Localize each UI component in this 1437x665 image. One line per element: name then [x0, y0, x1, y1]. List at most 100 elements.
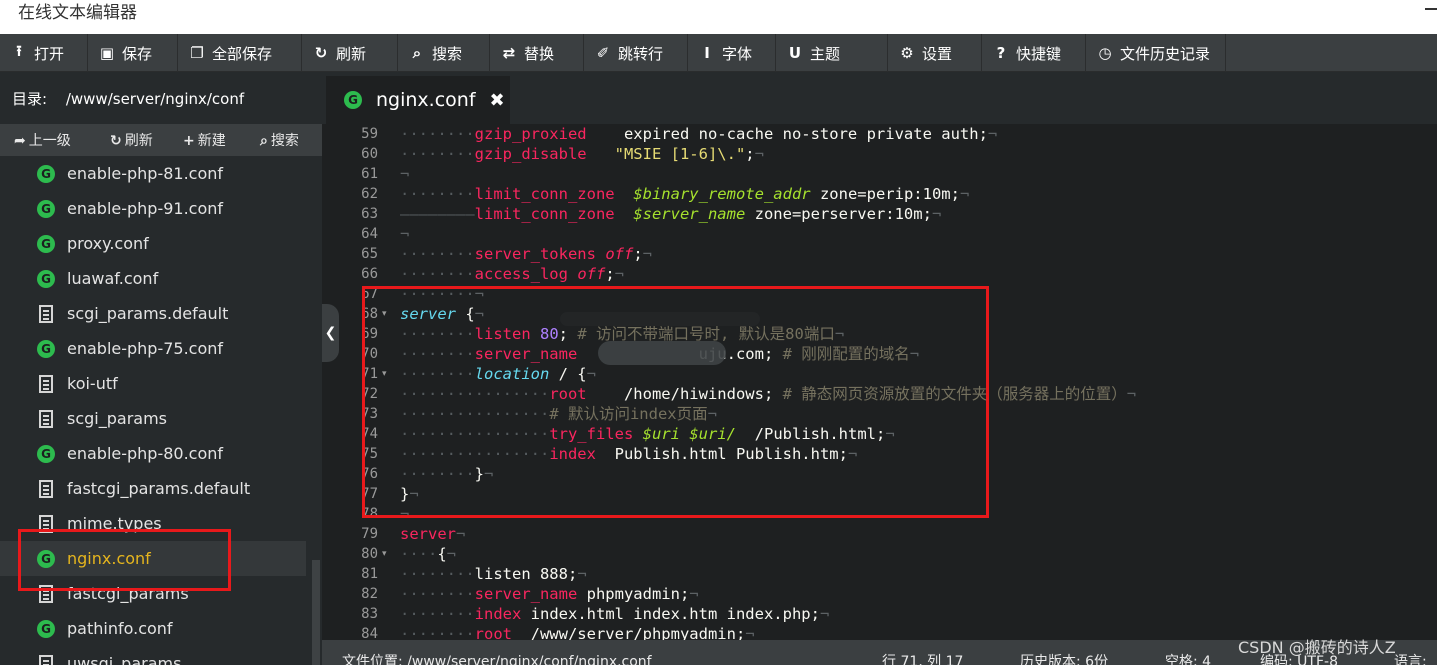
plus-icon: + — [183, 133, 195, 149]
directory-label: 目录: — [12, 90, 48, 108]
line-number: 62 — [361, 186, 378, 202]
file-item[interactable]: Gluawaf.conf — [0, 261, 306, 296]
toolbar-button-label: 设置 — [922, 44, 953, 63]
collapse-sidebar-button[interactable]: ❮ — [322, 304, 339, 362]
close-icon[interactable]: ✖ — [490, 90, 505, 111]
toolbar-button-3[interactable]: ❐ 全部保存 — [178, 34, 302, 72]
line-number: 84 — [361, 626, 378, 640]
sidebar-action-4[interactable]: ⌕ 搜索 — [260, 130, 299, 150]
code-token: server_tokens — [474, 245, 596, 263]
file-name: enable-php-81.conf — [67, 164, 224, 183]
code-line: ¬ — [400, 224, 1437, 244]
window-title: 在线文本编辑器 — [18, 3, 137, 23]
file-name: proxy.conf — [67, 234, 149, 253]
code-token: ¬ — [689, 585, 699, 603]
file-item[interactable]: uwsgi_params — [0, 646, 306, 665]
file-item[interactable]: Genable-php-75.conf — [0, 331, 306, 366]
code-token: /www/server/phpmyadmin; — [511, 625, 746, 640]
code-token: ········ — [400, 565, 475, 583]
file-name: scgi_params — [67, 409, 167, 428]
code-token: access_log — [474, 265, 568, 283]
code-token: ········ — [400, 185, 475, 203]
file-item[interactable]: scgi_params — [0, 401, 306, 436]
tab-nginx-conf[interactable]: G nginx.conf ✖ — [326, 76, 510, 124]
file-name: enable-php-80.conf — [67, 444, 224, 463]
code-token: ———————— — [400, 205, 475, 223]
line-number: 83 — [361, 606, 378, 622]
file-item[interactable]: Gpathinfo.conf — [0, 611, 306, 646]
file-name: enable-php-91.conf — [67, 199, 224, 218]
code-token: ¬ — [400, 225, 410, 243]
gear-icon: ⚙ — [900, 44, 914, 62]
code-line: ········server_name phpmyadmin;¬ — [400, 584, 1437, 604]
code-token: ········ — [400, 625, 475, 640]
toolbar-button-4[interactable]: ↻ 刷新 — [302, 34, 398, 72]
file-name: uwsgi_params — [67, 654, 182, 665]
status-indent[interactable]: 空格: 4 — [1165, 651, 1211, 665]
sidebar-action-3[interactable]: + 新建 — [183, 130, 226, 150]
toolbar-button-11[interactable]: ? 快捷键 — [982, 34, 1086, 72]
code-token: ¬ — [745, 625, 755, 640]
document-icon — [39, 374, 53, 393]
code-line: ————————limit_conn_zone $server_name zon… — [400, 204, 1437, 224]
file-item[interactable]: Genable-php-91.conf — [0, 191, 306, 226]
search-icon: ⌕ — [412, 44, 422, 62]
toolbar-button-8[interactable]: I 字体 — [688, 34, 776, 72]
code-token: index — [474, 605, 522, 623]
toolbar-button-label: 全部保存 — [212, 44, 273, 63]
sidebar-scrollbar[interactable] — [312, 560, 320, 665]
fold-arrow-icon[interactable]: ▾ — [382, 549, 387, 559]
toolbar-button-7[interactable]: ✐ 跳转行 — [584, 34, 688, 72]
sidebar-action-2[interactable]: ↻ 刷新 — [110, 130, 153, 150]
toolbar-button-label: 文件历史记录 — [1120, 44, 1211, 63]
toolbar-button-label: 打开 — [34, 44, 65, 63]
code-token: { — [437, 545, 447, 563]
nginx-file-icon: G — [37, 339, 55, 358]
toolbar-button-label: 字体 — [722, 44, 753, 63]
toolbar-button-6[interactable]: ⇄ 替换 — [490, 34, 584, 72]
sidebar-action-label: 刷新 — [124, 133, 153, 149]
toolbar-button-label: 保存 — [122, 44, 153, 63]
highlight-box-nginx-conf — [18, 529, 231, 591]
code-line: ········limit_conn_zone $binary_remote_a… — [400, 184, 1437, 204]
watermark: CSDN @搬砖的诗人Z — [1238, 638, 1396, 657]
file-item[interactable]: fastcgi_params.default — [0, 471, 306, 506]
file-item[interactable]: Genable-php-80.conf — [0, 436, 306, 471]
file-item[interactable]: scgi_params.default — [0, 296, 306, 331]
status-language[interactable]: 语言: — [1394, 651, 1427, 665]
toolbar-button-10[interactable]: ⚙ 设置 — [888, 34, 982, 72]
sidebar-action-1[interactable]: ➦ 上一级 — [14, 130, 71, 150]
file-item[interactable]: Gproxy.conf — [0, 226, 306, 261]
title-bar: 在线文本编辑器 — [0, 0, 1437, 34]
code-token: ¬ — [987, 125, 998, 143]
code-token: limit_conn_zone — [474, 185, 615, 203]
line-number: 59 — [361, 126, 378, 142]
status-history[interactable]: 历史版本: 6份 — [1020, 651, 1108, 665]
code-token: ¬ — [456, 525, 466, 543]
code-token: ········ — [400, 265, 475, 283]
toolbar-button-9[interactable]: U 主题 — [776, 34, 888, 72]
toolbar-button-label: 替换 — [524, 44, 555, 63]
tab-label: nginx.conf — [376, 89, 476, 111]
file-item[interactable]: koi-utf — [0, 366, 306, 401]
line-number: 60 — [361, 146, 378, 162]
status-file-location: 文件位置: /www/server/nginx/conf/nginx.conf — [342, 654, 652, 665]
floppy-icon: ▣ — [99, 44, 115, 62]
file-item[interactable]: Genable-php-81.conf — [0, 156, 306, 191]
text-cursor-icon: I — [704, 44, 710, 62]
minimize-button[interactable] — [1425, 8, 1437, 10]
line-number: 79 — [361, 526, 378, 542]
toolbar-button-12[interactable]: ◷ 文件历史记录 — [1086, 34, 1226, 72]
toolbar-button-2[interactable]: ▣ 保存 — [88, 34, 178, 72]
up-arrow-icon: ➦ — [14, 133, 26, 149]
toolbar-button-label: 跳转行 — [618, 44, 664, 63]
toolbar-button-5[interactable]: ⌕ 搜索 — [398, 34, 490, 72]
line-number: 61 — [361, 166, 378, 182]
file-name: pathinfo.conf — [67, 619, 173, 638]
code-token: ¬ — [1126, 385, 1137, 403]
toolbar-button-1[interactable]: ⭱ 打开 — [0, 34, 88, 72]
code-token: zone=perserver:10m; — [745, 205, 932, 223]
